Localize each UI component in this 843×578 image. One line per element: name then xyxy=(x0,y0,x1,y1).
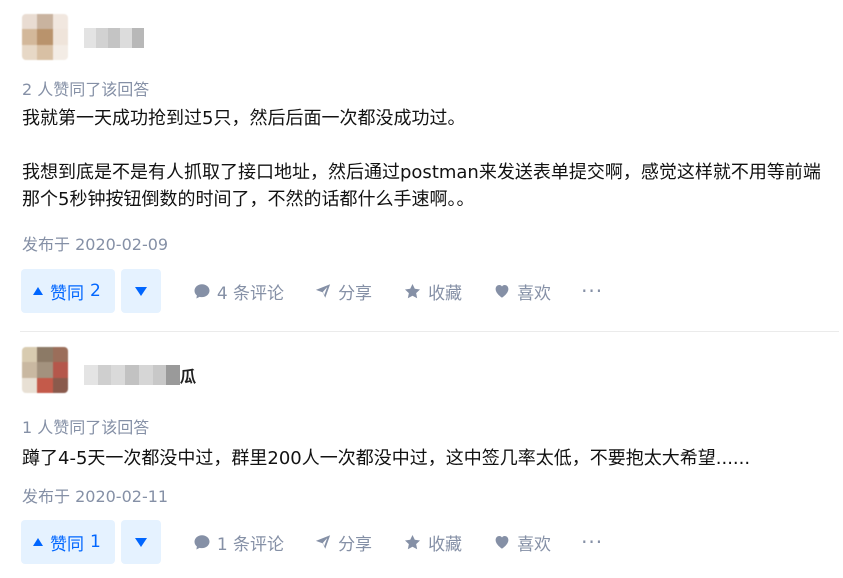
name-mosaic-cell xyxy=(125,365,139,385)
avatar-mosaic-cell xyxy=(52,14,68,30)
ellipsis-icon: ··· xyxy=(581,530,604,554)
author-name-suffix[interactable]: 瓜 xyxy=(180,363,196,387)
favorite-label: 收藏 xyxy=(428,534,463,555)
avatar-mosaic-cell xyxy=(22,347,38,363)
answer-paragraph: 我想到底是不是有人抓取了接口地址，然后通过postman来发送表单提交啊，感觉这… xyxy=(22,162,821,210)
star-icon xyxy=(405,283,421,298)
vote-down-button[interactable] xyxy=(120,520,161,564)
avatar-mosaic-cell xyxy=(52,29,68,45)
name-mosaic-cell xyxy=(166,365,181,385)
like-label: 喜欢 xyxy=(517,534,552,555)
avatar-mosaic-cell xyxy=(22,362,38,378)
avatar-mosaic-cell xyxy=(22,14,38,30)
name-mosaic-cell xyxy=(138,365,153,385)
publish-time[interactable]: 发布于 2020-02-09 xyxy=(22,231,168,255)
like-label: 喜欢 xyxy=(517,283,552,304)
answer-content: 蹲了4-5天一次都没中过，群里200人一次都没中过，这中签几率太低，不要抱太大希… xyxy=(22,445,838,472)
more-button[interactable]: ··· xyxy=(581,281,603,301)
publish-time[interactable]: 发布于 2020-02-11 xyxy=(22,483,168,507)
vote-up-button[interactable]: 赞同 1 xyxy=(21,520,115,564)
triangle-down-icon xyxy=(134,286,147,296)
favorite-label: 收藏 xyxy=(428,283,463,304)
avatar[interactable] xyxy=(22,14,68,60)
action-bar: 赞同 1 1 条评论 分享 收藏 喜欢 ··· xyxy=(21,520,603,564)
avatar[interactable] xyxy=(22,347,68,393)
vote-up-label: 赞同 xyxy=(50,283,84,304)
favorite-button[interactable]: 收藏 xyxy=(403,530,462,555)
name-mosaic-cell xyxy=(97,365,112,385)
comment-label: 1 条评论 xyxy=(216,534,285,555)
author-name-blurred[interactable] xyxy=(84,28,144,48)
name-mosaic-cell xyxy=(96,28,108,48)
vote-count-line: 1 人赞同了该回答 xyxy=(22,418,150,437)
answer-paragraph: 我就第一天成功抢到过5只，然后后面一次都没成功过。 xyxy=(22,108,466,129)
vote-down-button[interactable] xyxy=(120,269,161,313)
answer-paragraph: 蹲了4-5天一次都没中过，群里200人一次都没中过，这中签几率太低，不要抱太大希… xyxy=(22,448,751,469)
avatar-mosaic-cell xyxy=(22,29,38,45)
comment-bubble-icon xyxy=(194,535,210,550)
avatar-mosaic-cell xyxy=(52,377,68,393)
name-mosaic-cell xyxy=(84,365,98,385)
avatar-mosaic-cell xyxy=(52,362,68,378)
vote-up-count: 1 xyxy=(90,532,101,552)
vote-up-button[interactable]: 赞同 2 xyxy=(21,269,115,313)
like-button[interactable]: 喜欢 xyxy=(493,279,551,304)
answer-item: 2 人赞同了该回答 我就第一天成功抢到过5只，然后后面一次都没成功过。 我想到底… xyxy=(0,0,843,332)
name-mosaic-cell xyxy=(132,28,144,48)
avatar-mosaic-cell xyxy=(37,377,53,393)
answer-item: 瓜 1 人赞同了该回答 蹲了4-5天一次都没中过，群里200人一次都没中过，这中… xyxy=(0,333,843,578)
avatar-mosaic-cell xyxy=(52,347,68,363)
name-mosaic-cell xyxy=(84,28,96,48)
paper-plane-icon xyxy=(315,284,331,298)
comment-label: 4 条评论 xyxy=(216,283,285,304)
avatar-mosaic-cell xyxy=(52,44,68,60)
action-bar: 赞同 2 4 条评论 分享 收藏 喜欢 ··· xyxy=(21,269,603,313)
avatar-mosaic-cell xyxy=(22,44,38,60)
paper-plane-icon xyxy=(315,535,331,549)
answer-content: 我就第一天成功抢到过5只，然后后面一次都没成功过。 我想到底是不是有人抓取了接口… xyxy=(22,105,838,213)
avatar-mosaic-cell xyxy=(37,362,53,378)
share-label: 分享 xyxy=(338,534,373,555)
name-mosaic-cell xyxy=(152,365,167,385)
avatar-mosaic-cell xyxy=(37,347,53,363)
comment-button[interactable]: 4 条评论 xyxy=(193,279,284,304)
avatar-mosaic-cell xyxy=(37,44,53,60)
name-mosaic-cell xyxy=(120,28,132,48)
vote-count-line: 2 人赞同了该回答 xyxy=(22,80,150,99)
like-button[interactable]: 喜欢 xyxy=(493,530,551,555)
heart-icon xyxy=(495,536,509,549)
vote-up-count: 2 xyxy=(90,281,101,301)
answer-divider xyxy=(20,331,839,332)
name-mosaic-cell xyxy=(111,365,126,385)
star-icon xyxy=(405,534,421,549)
vote-up-label: 赞同 xyxy=(50,534,84,555)
author-name-blurred[interactable] xyxy=(84,365,181,385)
share-label: 分享 xyxy=(338,283,373,304)
more-button[interactable]: ··· xyxy=(581,532,603,552)
comment-button[interactable]: 1 条评论 xyxy=(193,530,284,555)
ellipsis-icon: ··· xyxy=(581,279,604,303)
heart-icon xyxy=(495,285,509,298)
share-button[interactable]: 分享 xyxy=(314,279,372,304)
triangle-up-icon xyxy=(33,538,43,546)
avatar-mosaic-cell xyxy=(22,377,38,393)
avatar-mosaic-cell xyxy=(37,29,53,45)
triangle-up-icon xyxy=(33,287,43,295)
share-button[interactable]: 分享 xyxy=(314,530,372,555)
name-mosaic-cell xyxy=(108,28,120,48)
favorite-button[interactable]: 收藏 xyxy=(403,279,462,304)
comment-bubble-icon xyxy=(194,284,210,299)
avatar-mosaic-cell xyxy=(37,14,53,30)
triangle-down-icon xyxy=(134,537,147,547)
